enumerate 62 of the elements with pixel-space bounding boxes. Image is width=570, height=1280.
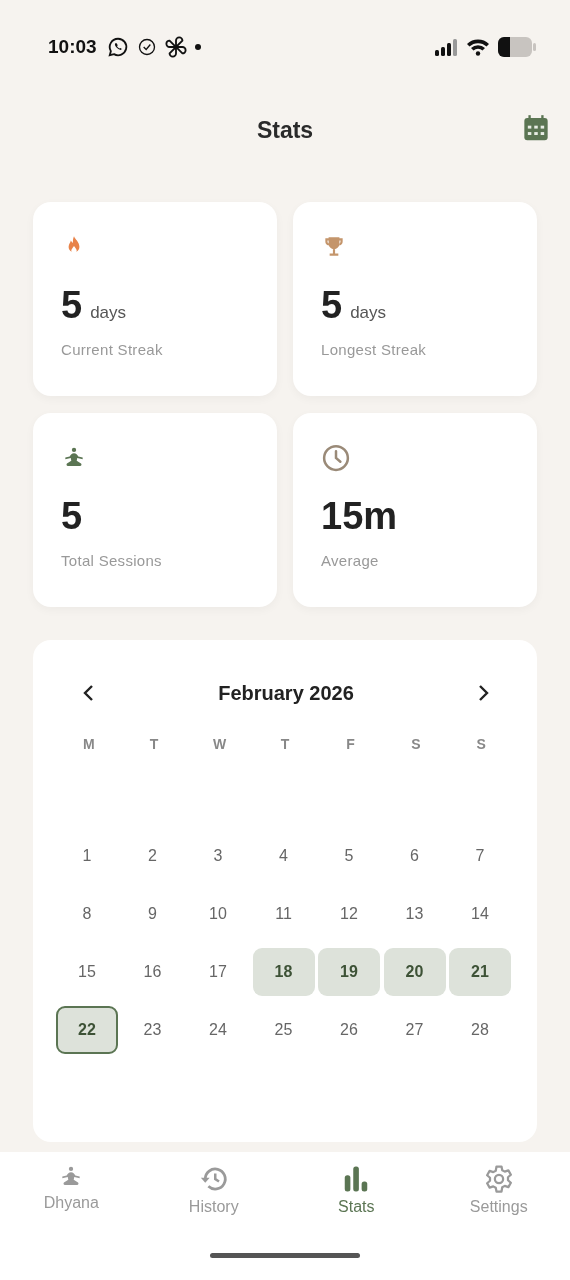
calendar-day[interactable]: 11 xyxy=(252,890,315,938)
weekday-label: F xyxy=(345,736,356,752)
pinwheel-icon xyxy=(164,36,187,58)
calendar-day[interactable]: 12 xyxy=(318,890,380,938)
clock-icon xyxy=(321,443,351,473)
chevron-right-icon xyxy=(478,684,490,702)
stat-label: Current Streak xyxy=(61,341,164,358)
stat-value: 15m xyxy=(321,495,398,538)
calendar-day[interactable]: 5 xyxy=(318,832,380,880)
calendar-day[interactable]: 14 xyxy=(449,890,511,938)
stat-label: Longest Streak xyxy=(321,341,428,358)
stat-label: Total Sessions xyxy=(61,552,163,569)
stat-value: 5 xyxy=(61,284,83,327)
calendar-day[interactable]: 22 xyxy=(56,1006,118,1054)
month-title: February 2026 xyxy=(218,681,354,705)
calendar-day[interactable]: 27 xyxy=(383,1006,446,1054)
calendar-day[interactable]: 15 xyxy=(56,948,118,996)
chevron-left-icon xyxy=(82,684,94,702)
calendar-day[interactable]: 25 xyxy=(252,1006,315,1054)
wifi-icon xyxy=(466,38,490,56)
calendar-day[interactable]: 16 xyxy=(121,948,184,996)
calendar-day[interactable]: 4 xyxy=(252,832,315,880)
calendar-day[interactable]: 9 xyxy=(121,890,184,938)
calendar-day[interactable]: 7 xyxy=(449,832,511,880)
chat-bubble-icon xyxy=(106,36,129,58)
stat-value: 5 xyxy=(321,284,343,327)
weekday-label: T xyxy=(279,736,291,752)
weekday-label: T xyxy=(148,736,160,752)
notification-dot-icon xyxy=(194,44,201,50)
calendar-day[interactable]: 20 xyxy=(383,948,446,996)
battery-icon xyxy=(498,37,536,57)
calendar-button[interactable] xyxy=(522,114,550,142)
calendar-day[interactable]: 23 xyxy=(121,1006,184,1054)
calendar-day[interactable]: 6 xyxy=(383,832,446,880)
stat-unit: days xyxy=(90,303,127,323)
stat-label: Average xyxy=(321,552,380,569)
calendar-day[interactable]: 1 xyxy=(56,832,118,880)
calendar-day[interactable]: 18 xyxy=(252,948,315,996)
weekday-label: M xyxy=(81,736,96,752)
settings-icon xyxy=(483,1164,514,1194)
calendar-day[interactable]: 17 xyxy=(187,948,249,996)
calendar-day[interactable]: 2 xyxy=(121,832,184,880)
signal-icon xyxy=(434,38,458,56)
calendar-day[interactable]: 13 xyxy=(383,890,446,938)
calendar-day[interactable]: 28 xyxy=(449,1006,511,1054)
calendar-day[interactable]: 24 xyxy=(187,1006,249,1054)
calendar-day[interactable]: 3 xyxy=(187,832,249,880)
stat-unit: days xyxy=(350,303,387,323)
status-time: 10:03 xyxy=(48,36,97,58)
calendar-day[interactable]: 21 xyxy=(449,948,511,996)
weekday-label: S xyxy=(410,736,422,752)
calendar-icon xyxy=(522,114,550,142)
check-circle-icon xyxy=(136,37,157,57)
stat-value: 5 xyxy=(61,495,83,538)
calendar-day[interactable]: 19 xyxy=(318,948,380,996)
calendar-day[interactable]: 8 xyxy=(56,890,118,938)
calendar-day[interactable]: 10 xyxy=(187,890,249,938)
page-title: Stats xyxy=(256,116,314,144)
weekday-label: W xyxy=(211,736,228,752)
weekday-label: S xyxy=(475,736,487,752)
nav-tab[interactable]: Stats xyxy=(285,1162,428,1218)
calendar-day[interactable]: 26 xyxy=(318,1006,380,1054)
